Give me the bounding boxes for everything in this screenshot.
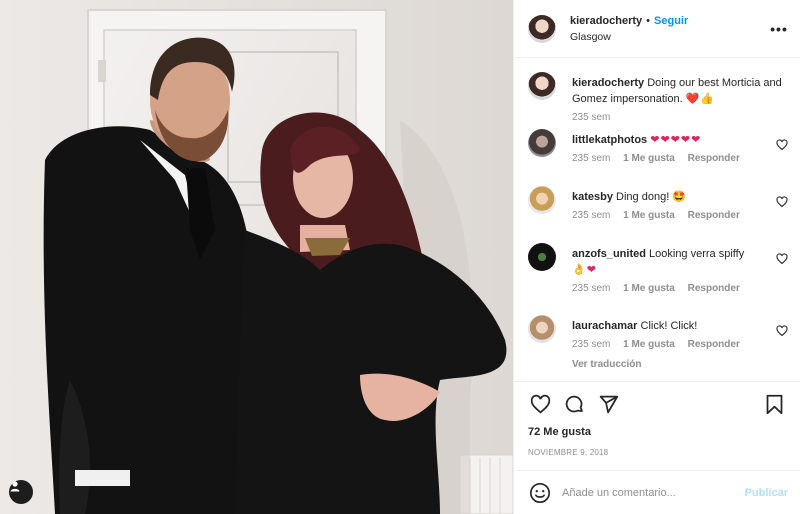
comment-emoji: ❤❤❤❤❤ <box>650 134 702 146</box>
user-icon <box>10 481 20 492</box>
reply-button[interactable]: Responder <box>688 153 740 164</box>
comment-body: katesby Ding dong! 🤩 235 sem 1 Me gusta … <box>572 186 788 243</box>
comment-likes[interactable]: 1 Me gusta <box>623 153 675 164</box>
comment-meta: 235 sem 1 Me gusta Responder <box>572 339 788 351</box>
comment-like-heart-icon[interactable] <box>776 325 788 337</box>
reply-button[interactable]: Responder <box>688 339 740 350</box>
caption-meta: 235 sem <box>572 112 788 124</box>
comment-row: littlekatphotos ❤❤❤❤❤ 235 sem 1 Me gusta… <box>528 129 788 186</box>
comment-username[interactable]: laurachamar <box>572 320 637 332</box>
separator-dot: • <box>646 14 651 27</box>
author-info: kieradocherty • Seguir Glasgow <box>570 13 770 45</box>
post-actions-bar <box>514 381 800 426</box>
comment-time[interactable]: 235 sem <box>572 153 610 164</box>
comment-row: anzofs_united Looking verra spiffy 👌❤ 23… <box>528 243 788 315</box>
caption-time[interactable]: 235 sem <box>572 112 610 123</box>
comment-text: Looking verra spiffy <box>649 248 745 260</box>
caption-body: kieradocherty Doing our best Morticia an… <box>572 72 788 129</box>
instagram-post: kieradocherty • Seguir Glasgow ••• kierado… <box>0 0 800 514</box>
reply-button[interactable]: Responder <box>688 283 740 294</box>
comment-likes[interactable]: 1 Me gusta <box>623 210 675 221</box>
comment-body: laurachamar Click! Click! 235 sem 1 Me g… <box>572 315 788 373</box>
caption-emoji: ❤️👍 <box>685 93 716 105</box>
comment-text: Click! Click! <box>640 320 698 332</box>
comment-meta: 235 sem 1 Me gusta Responder <box>572 210 788 222</box>
comment-time[interactable]: 235 sem <box>572 339 610 350</box>
post-details-panel: kieradocherty • Seguir Glasgow ••• kierado… <box>513 0 800 514</box>
comment-row: laurachamar Click! Click! 235 sem 1 Me g… <box>528 315 788 373</box>
commenter-avatar[interactable] <box>528 129 556 157</box>
reply-button[interactable]: Responder <box>688 210 740 221</box>
comment-input[interactable] <box>562 486 745 499</box>
comment-emoji: 🤩 <box>672 191 688 203</box>
commenter-avatar[interactable] <box>528 315 556 343</box>
caption-username[interactable]: kieradocherty <box>572 77 644 89</box>
comments-list: kieradocherty Doing our best Morticia an… <box>514 58 800 381</box>
comment-button[interactable] <box>562 392 586 416</box>
author-avatar[interactable] <box>528 14 556 43</box>
bookmark-icon <box>766 394 782 414</box>
comment-username[interactable]: anzofs_united <box>572 248 646 260</box>
more-options-icon[interactable]: ••• <box>770 21 788 37</box>
author-username[interactable]: kieradocherty <box>570 15 642 27</box>
like-button[interactable] <box>528 392 552 416</box>
publish-button[interactable]: Publicar <box>745 487 788 499</box>
emoji-button[interactable] <box>528 481 552 505</box>
comment-meta: 235 sem 1 Me gusta Responder <box>572 153 788 165</box>
post-photo[interactable] <box>0 0 513 514</box>
comment-time[interactable]: 235 sem <box>572 210 610 221</box>
user-tag-button[interactable] <box>9 480 33 504</box>
comment-icon <box>565 395 583 412</box>
commenter-avatar[interactable] <box>528 186 556 214</box>
heart-icon <box>530 394 550 414</box>
comment-meta: 235 sem 1 Me gusta Responder <box>572 283 788 295</box>
comment-body: anzofs_united Looking verra spiffy 👌❤ 23… <box>572 243 788 315</box>
photo-illustration <box>0 0 513 514</box>
comment-time[interactable]: 235 sem <box>572 283 610 294</box>
comment-text: Ding dong! <box>616 191 670 203</box>
comment-like-heart-icon[interactable] <box>776 139 788 151</box>
comment-username[interactable]: katesby <box>572 191 613 203</box>
post-date[interactable]: NOVIEMBRE 9, 2018 <box>514 444 800 470</box>
save-button[interactable] <box>762 392 786 416</box>
comment-emoji: 👌❤ <box>572 264 597 276</box>
comment-username[interactable]: littlekatphotos <box>572 134 647 146</box>
add-comment-bar: Publicar <box>514 470 800 514</box>
view-translation-link[interactable]: Ver traducción <box>572 357 788 373</box>
caption-avatar[interactable] <box>528 72 556 100</box>
send-icon <box>599 395 618 413</box>
comment-body: littlekatphotos ❤❤❤❤❤ 235 sem 1 Me gusta… <box>572 129 788 186</box>
comment-likes[interactable]: 1 Me gusta <box>623 283 675 294</box>
likes-count[interactable]: 72 Me gusta <box>514 426 800 444</box>
follow-button[interactable]: Seguir <box>654 15 688 27</box>
commenter-avatar[interactable] <box>528 243 556 271</box>
share-button[interactable] <box>596 392 620 416</box>
comment-likes[interactable]: 1 Me gusta <box>623 339 675 350</box>
comment-row: katesby Ding dong! 🤩 235 sem 1 Me gusta … <box>528 186 788 243</box>
comment-like-heart-icon[interactable] <box>776 196 788 208</box>
smiley-icon <box>530 482 550 503</box>
post-header: kieradocherty • Seguir Glasgow ••• <box>514 0 800 58</box>
comment-like-heart-icon[interactable] <box>776 253 788 265</box>
location-link[interactable]: Glasgow <box>570 29 770 45</box>
caption-row: kieradocherty Doing our best Morticia an… <box>528 72 788 129</box>
